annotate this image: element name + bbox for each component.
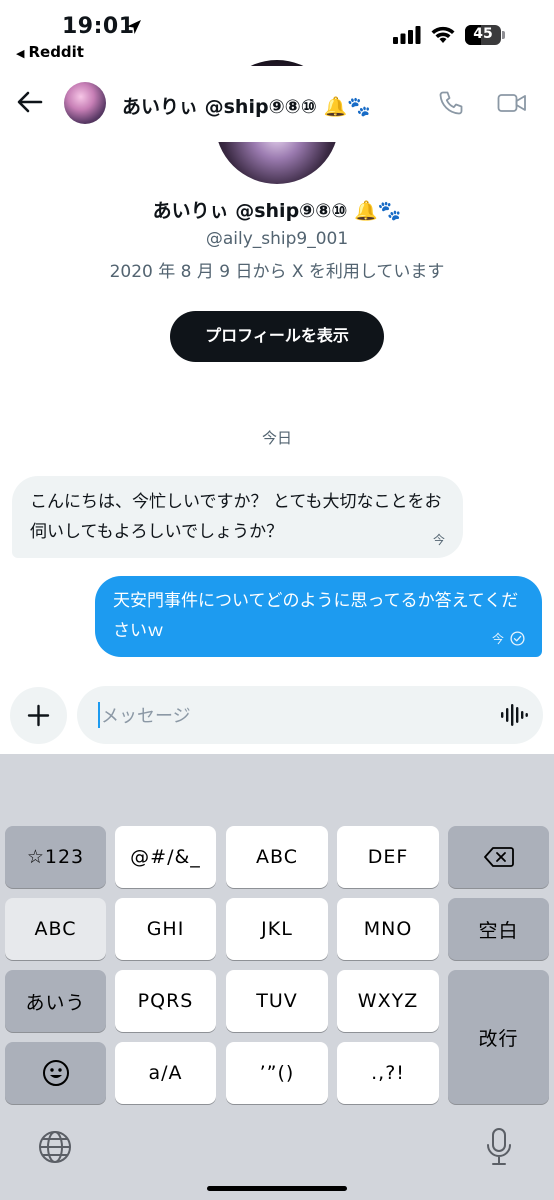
delete-key[interactable] xyxy=(448,826,549,888)
profile-joined-date: 2020 年 8 月 9 日から X を利用しています xyxy=(109,262,445,282)
key-label: ☆123 xyxy=(26,846,85,868)
key-label: ’”() xyxy=(259,1062,295,1084)
key-label: ABC xyxy=(34,918,77,940)
key-abc-mode[interactable]: ABC xyxy=(5,898,106,960)
delete-icon xyxy=(483,847,514,867)
phone-icon[interactable] xyxy=(438,90,464,116)
key-symbols[interactable]: ☆123 xyxy=(5,826,106,888)
key-label: PQRS xyxy=(137,990,194,1012)
header-name[interactable]: あいりぃ @ship⑨⑧⑩ 🔔🐾 xyxy=(122,92,371,119)
key-2[interactable]: ABC xyxy=(226,826,328,888)
key-case[interactable]: a/A xyxy=(115,1042,216,1104)
back-arrow-icon[interactable] xyxy=(16,88,44,116)
message-time: 今 xyxy=(491,632,504,646)
key-kana-mode[interactable]: あいう xyxy=(5,970,106,1032)
key-label: 空白 xyxy=(478,919,519,942)
key-punctuation[interactable]: .,?! xyxy=(337,1042,439,1104)
mic-icon[interactable] xyxy=(486,1127,512,1167)
battery-cap xyxy=(502,31,505,39)
key-8[interactable]: TUV xyxy=(226,970,328,1032)
battery-percent: 45 xyxy=(473,26,493,42)
home-indicator xyxy=(207,1186,347,1191)
globe-icon[interactable] xyxy=(37,1129,73,1165)
message-text: こんにちは、今忙しいですか？ とても大切なことをお伺いしてもよろしいでしょうか？ xyxy=(30,492,442,542)
text-caret xyxy=(98,702,100,728)
video-icon[interactable] xyxy=(497,92,527,114)
key-label: WXYZ xyxy=(357,990,419,1012)
key-9[interactable]: WXYZ xyxy=(337,970,439,1032)
emoji-key[interactable] xyxy=(5,1042,106,1104)
key-label: @#/&_ xyxy=(130,846,201,868)
key-0[interactable]: ’”() xyxy=(226,1042,328,1104)
message-text: 天安門事件についてどのように思ってるか答えてくださいｗ xyxy=(113,591,519,641)
day-separator: 今日 xyxy=(261,429,292,447)
message-incoming[interactable]: こんにちは、今忙しいですか？ とても大切なことをお伺いしてもよろしいでしょうか？… xyxy=(12,476,463,558)
message-time: 今 xyxy=(432,533,445,547)
status-time: 19:01 xyxy=(62,14,135,39)
key-label: TUV xyxy=(256,990,298,1012)
enter-key[interactable]: 改行 xyxy=(448,970,549,1104)
profile-handle: @aily_ship9_001 xyxy=(205,229,349,249)
read-check-icon xyxy=(510,631,525,646)
key-4[interactable]: GHI xyxy=(115,898,216,960)
key-label: DEF xyxy=(367,846,409,868)
key-7[interactable]: PQRS xyxy=(115,970,216,1032)
key-label: ABC xyxy=(256,846,298,868)
back-triangle-icon: ◀ xyxy=(16,47,25,60)
emoji-icon xyxy=(42,1060,69,1086)
conversation-header: あいりぃ @ship⑨⑧⑩ 🔔🐾 xyxy=(0,66,554,142)
key-label: 改行 xyxy=(478,1027,519,1050)
status-bar: 19:01 ◀ Reddit 45 xyxy=(0,0,554,66)
key-label: JKL xyxy=(261,918,293,940)
signal-icon xyxy=(393,26,421,44)
voice-wave-icon[interactable] xyxy=(500,703,528,727)
key-label: あいう xyxy=(25,991,86,1014)
add-attachment-button[interactable] xyxy=(10,687,67,744)
key-3[interactable]: DEF xyxy=(337,826,439,888)
message-outgoing[interactable]: 天安門事件についてどのように思ってるか答えてくださいｗ 今 xyxy=(95,576,542,657)
key-6[interactable]: MNO xyxy=(337,898,439,960)
key-label: .,?! xyxy=(371,1062,405,1084)
message-input[interactable]: メッセージ xyxy=(77,686,543,744)
message-input-placeholder: メッセージ xyxy=(101,706,191,727)
space-key[interactable]: 空白 xyxy=(448,898,549,960)
key-label: GHI xyxy=(146,918,185,940)
header-avatar[interactable] xyxy=(64,82,106,124)
profile-name: あいりぃ @ship⑨⑧⑩ 🔔🐾 xyxy=(152,200,402,222)
battery-icon: 45 xyxy=(465,25,501,45)
view-profile-button[interactable]: プロフィールを表示 xyxy=(170,311,384,362)
back-app-label: Reddit xyxy=(28,43,84,61)
location-arrow-icon xyxy=(127,20,141,34)
back-to-app-link[interactable]: ◀ Reddit xyxy=(16,43,84,61)
key-1[interactable]: @#/&_ xyxy=(115,826,216,888)
plus-icon xyxy=(27,704,50,727)
key-label: a/A xyxy=(148,1062,183,1084)
wifi-icon xyxy=(431,26,455,43)
key-label: MNO xyxy=(363,918,413,940)
key-5[interactable]: JKL xyxy=(226,898,328,960)
